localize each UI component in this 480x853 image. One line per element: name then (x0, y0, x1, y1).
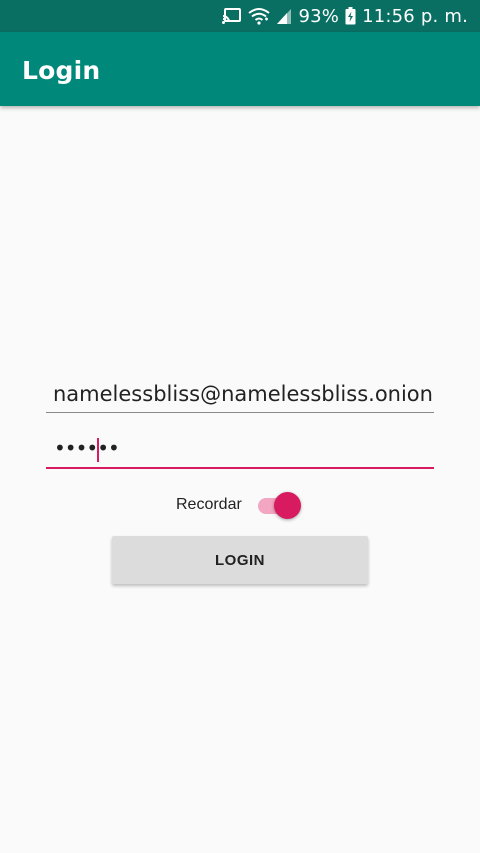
remember-row: Recordar (176, 488, 304, 522)
battery-icon (345, 7, 356, 25)
cast-icon (222, 7, 242, 25)
email-value: namelessbliss@namelessbliss.onion (53, 382, 433, 406)
wifi-icon (248, 7, 271, 25)
login-button[interactable]: LOGIN (112, 536, 368, 584)
switch-thumb[interactable] (273, 492, 301, 519)
app-bar: Login (0, 32, 480, 106)
email-field[interactable]: namelessbliss@namelessbliss.onion (46, 376, 434, 413)
status-bar: 93% 11:56 p. m. (0, 0, 480, 32)
clock: 11:56 p. m. (362, 5, 468, 27)
password-field[interactable]: •••••• (46, 432, 434, 469)
signal-icon (276, 7, 292, 25)
login-form: namelessbliss@namelessbliss.onion ••••••… (0, 106, 480, 853)
status-icons: 93% 11:56 p. m. (222, 0, 468, 32)
password-value: •••••• (54, 436, 120, 460)
text-cursor (97, 438, 99, 462)
battery-percentage: 93% (298, 5, 340, 27)
remember-label: Recordar (176, 496, 242, 513)
remember-switch[interactable] (257, 490, 304, 520)
page-title: Login (22, 56, 101, 85)
